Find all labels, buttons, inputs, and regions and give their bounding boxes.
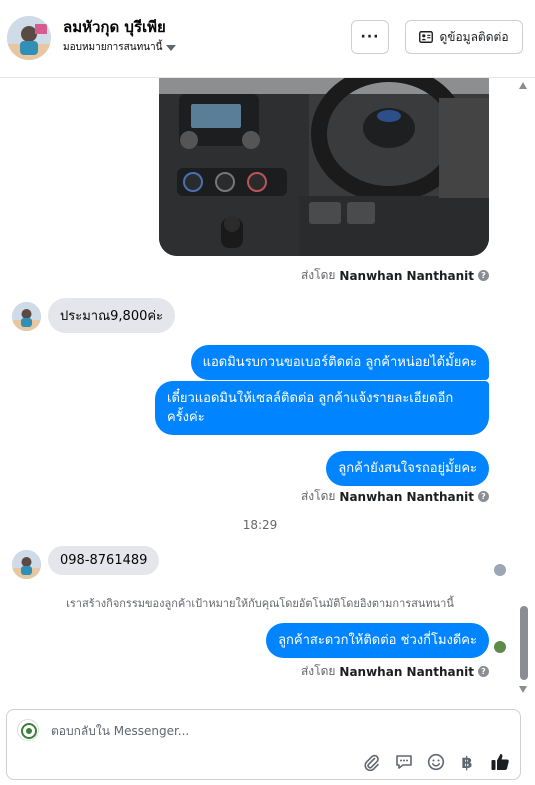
attach-icon[interactable] [361,752,381,772]
outgoing-message: ลูกค้าสะดวกให้ติดต่อ ช่วงกี่โมงดีคะ [266,623,489,658]
sent-by-label: ส่งโดย Nanwhan Nanthanit ? [301,487,489,506]
baht-icon[interactable]: ฿ [457,752,477,772]
reply-composer: ตอบกลับใน Messenger... ฿ [6,709,521,780]
incoming-message: 098-8761489 [48,546,160,575]
message-thread[interactable]: ส่งโดย Nanwhan Nanthanit ? ประมาณ9,800ค่… [0,78,535,699]
outgoing-message-line: เดี๋ยวแอดมินให้เซลล์ติดต่อ ลูกค้าแจ้งราย… [167,391,454,406]
outgoing-message: แอดมินรบกวนขอเบอร์ติดต่อ ลูกค้าหน่อยได้ม… [190,345,489,380]
assign-conversation-label: มอบหมายการสนทนานี้ [63,42,163,53]
car-interior-photo[interactable] [159,78,489,256]
assign-conversation-dropdown[interactable]: มอบหมายการสนทนานี้ [63,40,177,55]
contact-card-icon [419,31,434,43]
scroll-up-arrow[interactable] [519,82,527,89]
outgoing-message-line: ครั้งค่ะ [167,410,205,425]
scroll-down-arrow[interactable] [519,686,527,693]
contact-avatar-small [12,302,41,331]
contact-name: ลมหัวกุด บุรีเพีย [63,18,166,36]
activity-notice: เราสร้างกิจกรรมของลูกค้าเป้าหมายให้กับคุ… [66,597,454,610]
saved-reply-icon[interactable] [394,752,414,772]
incoming-message: ประมาณ9,800ค่ะ [48,298,176,333]
more-icon: ··· [360,29,380,45]
sent-by-label: ส่งโดย Nanwhan Nanthanit ? [301,662,489,681]
more-options-button[interactable]: ··· [351,20,389,54]
sent-by-prefix: ส่งโดย [300,489,336,503]
info-icon[interactable]: ? [478,270,489,281]
sent-by-prefix: ส่งโดย [300,664,336,678]
message-timestamp: 18:29 [242,518,278,532]
emoji-icon[interactable] [426,752,446,772]
sender-name: Nanwhan Nanthanit [339,268,474,283]
sent-by-label: ส่งโดย Nanwhan Nanthanit ? [301,266,489,285]
contact-avatar-small [12,550,41,579]
seen-avatar [494,641,506,653]
caret-down-icon [166,44,177,51]
outgoing-message: ลูกค้ายังสนใจรถอยู่มั้ยคะ [326,451,489,486]
info-icon[interactable]: ? [478,491,489,502]
view-contact-label: ดูข้อมูลติดต่อ [439,29,509,44]
outgoing-message: เดี๋ยวแอดมินให้เซลล์ติดต่อ ลูกค้าแจ้งราย… [155,381,489,435]
like-icon[interactable] [490,752,510,772]
page-avatar [17,719,39,741]
info-icon[interactable]: ? [478,666,489,677]
sender-name: Nanwhan Nanthanit [339,664,474,679]
seen-avatar [494,564,506,576]
view-contact-button[interactable]: ดูข้อมูลติดต่อ [405,20,523,54]
contact-avatar[interactable] [7,16,51,60]
scrollbar-thumb[interactable] [520,606,528,680]
sent-by-prefix: ส่งโดย [300,268,336,282]
reply-input[interactable]: ตอบกลับใน Messenger... [51,722,189,741]
conversation-header: ลมหัวกุด บุรีเพีย มอบหมายการสนทนานี้ ···… [0,0,535,78]
sender-name: Nanwhan Nanthanit [339,489,474,504]
